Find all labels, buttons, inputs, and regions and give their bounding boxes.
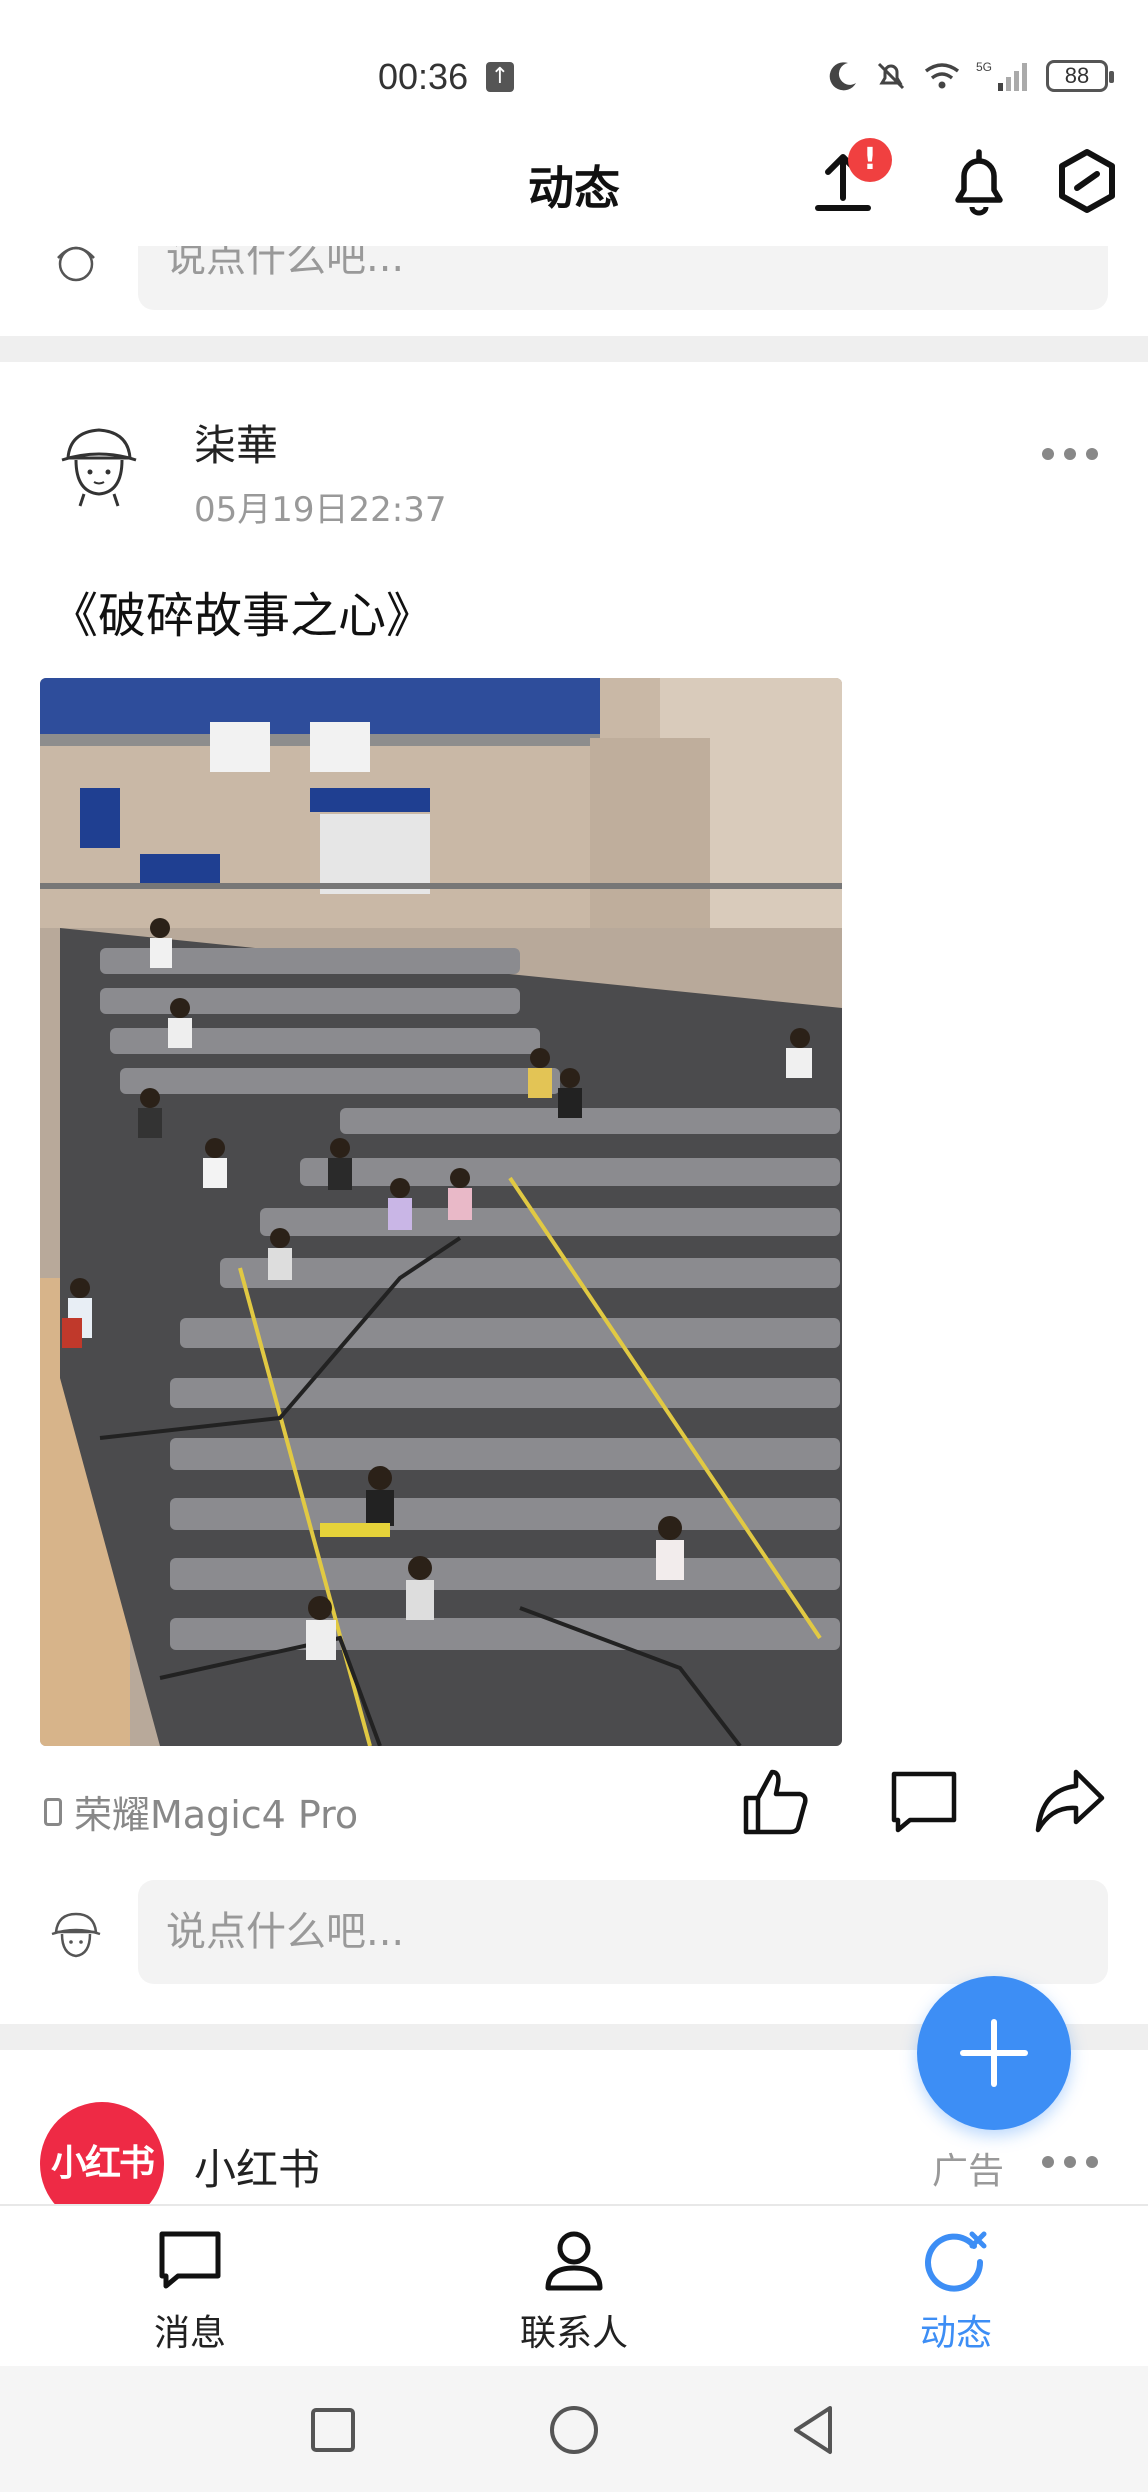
wifi-icon	[924, 63, 960, 89]
post-author-name[interactable]: 柒華	[194, 412, 278, 473]
nav-messages[interactable]: 消息	[90, 2226, 290, 2356]
upload-button[interactable]: !	[808, 138, 892, 216]
post-author-avatar[interactable]	[54, 418, 144, 508]
like-button[interactable]	[738, 1764, 814, 1840]
ad-more-icon[interactable]	[1040, 2152, 1100, 2172]
ad-name[interactable]: 小红书	[194, 2136, 320, 2197]
bottom-nav: 消息 联系人 动态	[0, 2204, 1148, 2366]
nav-messages-label: 消息	[153, 2313, 226, 2354]
comment-row-previous: 说点什么吧...	[0, 246, 1148, 316]
moments-icon	[925, 2231, 987, 2292]
notifications-button[interactable]	[944, 146, 1014, 216]
recents-icon[interactable]	[305, 2402, 361, 2458]
moon-icon	[829, 62, 856, 91]
post-timestamp: 05月19日22:37	[194, 490, 447, 530]
create-post-button[interactable]	[917, 1976, 1071, 2130]
battery-indicator: 88	[1046, 60, 1114, 92]
upload-status-icon: ↑	[486, 62, 514, 92]
comment-row: 说点什么吧...	[0, 1880, 1148, 1990]
svg-text:5G: 5G	[976, 60, 992, 74]
comment-avatar	[51, 1912, 101, 1958]
status-time: 00:36	[378, 56, 469, 97]
divider	[0, 336, 1148, 362]
home-icon[interactable]	[546, 2402, 602, 2458]
contact-icon	[545, 2231, 603, 2291]
system-navigation-bar	[0, 2366, 1148, 2492]
nav-contacts[interactable]: 联系人	[474, 2226, 674, 2356]
device-label: 荣耀Magic4 Pro	[74, 1793, 359, 1837]
status-bar: 00:36 ↑ 5G 88	[0, 0, 1148, 140]
comment-input[interactable]: 说点什么吧...	[138, 1880, 1108, 1984]
nav-contacts-label: 联系人	[519, 2313, 628, 2354]
mute-bell-icon	[877, 62, 905, 90]
post-more-icon[interactable]	[1040, 444, 1100, 464]
feed[interactable]: 说点什么吧... 柒華 05月19日22:37 《破碎故事之心》 荣耀Magic…	[0, 246, 1148, 2206]
phone-icon	[44, 1797, 62, 1826]
comment-avatar	[57, 246, 95, 282]
nav-moments[interactable]: 动态	[856, 2226, 1056, 2356]
plus-icon	[960, 2019, 1028, 2087]
status-icons: 5G 88	[826, 56, 1114, 96]
message-icon	[159, 2231, 221, 2289]
signal-icon: 5G	[976, 60, 1027, 91]
settings-button[interactable]	[1052, 146, 1122, 216]
share-button[interactable]	[1032, 1764, 1108, 1840]
ad-label: 广告	[932, 2151, 1005, 2192]
back-icon[interactable]	[786, 2402, 842, 2458]
nav-moments-label: 动态	[919, 2313, 992, 2354]
app-header: 动态 !	[0, 138, 1148, 246]
comment-button[interactable]	[886, 1764, 962, 1840]
post-text: 《破碎故事之心》	[50, 588, 435, 644]
post-device: 荣耀Magic4 Pro	[44, 1784, 358, 1839]
comment-input-previous[interactable]: 说点什么吧...	[138, 246, 1108, 310]
ad-logo[interactable]: 小红书	[40, 2102, 164, 2206]
upload-badge: !	[848, 138, 892, 182]
post-photo[interactable]	[40, 678, 842, 1746]
hexagon-settings-icon	[1059, 149, 1115, 213]
bell-icon	[955, 149, 1003, 216]
